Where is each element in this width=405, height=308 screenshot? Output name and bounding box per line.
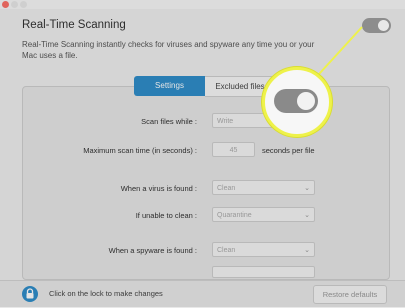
section-title: Real-Time Scanning <box>22 19 126 31</box>
spyware-found-select[interactable]: Clean ⌄ <box>212 242 315 257</box>
max-scan-time-label: Maximum scan time (in seconds) : <box>83 146 197 155</box>
chevron-down-icon: ⌄ <box>304 247 310 254</box>
virus-found-value: Clean <box>217 185 236 192</box>
zoomed-toggle-knob <box>297 92 315 110</box>
chevron-down-icon: ⌄ <box>304 185 310 192</box>
next-setting-select[interactable] <box>212 266 315 278</box>
chevron-down-icon: ⌄ <box>304 212 310 219</box>
virus-found-label: When a virus is found : <box>120 184 197 193</box>
restore-defaults-button[interactable]: Restore defaults <box>313 285 387 304</box>
max-scan-time-unit: seconds per file <box>262 146 315 155</box>
scan-files-label: Scan files while : <box>141 117 197 126</box>
lock-button[interactable] <box>22 286 38 302</box>
max-scan-time-input[interactable]: 45 <box>212 142 255 157</box>
zoom-callout <box>262 67 332 137</box>
spyware-found-label: When a spyware is found : <box>108 246 197 255</box>
scan-files-value: Write <box>217 118 234 125</box>
close-window-button[interactable] <box>2 1 9 8</box>
virus-found-select[interactable]: Clean ⌄ <box>212 180 315 195</box>
real-time-scanning-toggle[interactable] <box>362 18 391 33</box>
footer-bar: Click on the lock to make changes Restor… <box>0 280 405 308</box>
spyware-found-value: Clean <box>217 247 236 254</box>
unable-to-clean-value: Quarantine <box>217 212 252 219</box>
lock-icon <box>26 288 34 299</box>
section-description: Real-Time Scanning instantly checks for … <box>22 40 315 60</box>
minimize-window-button[interactable] <box>11 1 18 8</box>
unable-to-clean-select[interactable]: Quarantine ⌄ <box>212 207 315 222</box>
unable-to-clean-label: If unable to clean : <box>135 211 197 220</box>
zoomed-toggle <box>274 89 318 113</box>
maximize-window-button[interactable] <box>20 1 27 8</box>
lock-hint-text: Click on the lock to make changes <box>49 289 163 298</box>
tab-settings[interactable]: Settings <box>134 76 205 96</box>
toggle-knob <box>378 20 389 31</box>
window-titlebar <box>0 0 405 9</box>
